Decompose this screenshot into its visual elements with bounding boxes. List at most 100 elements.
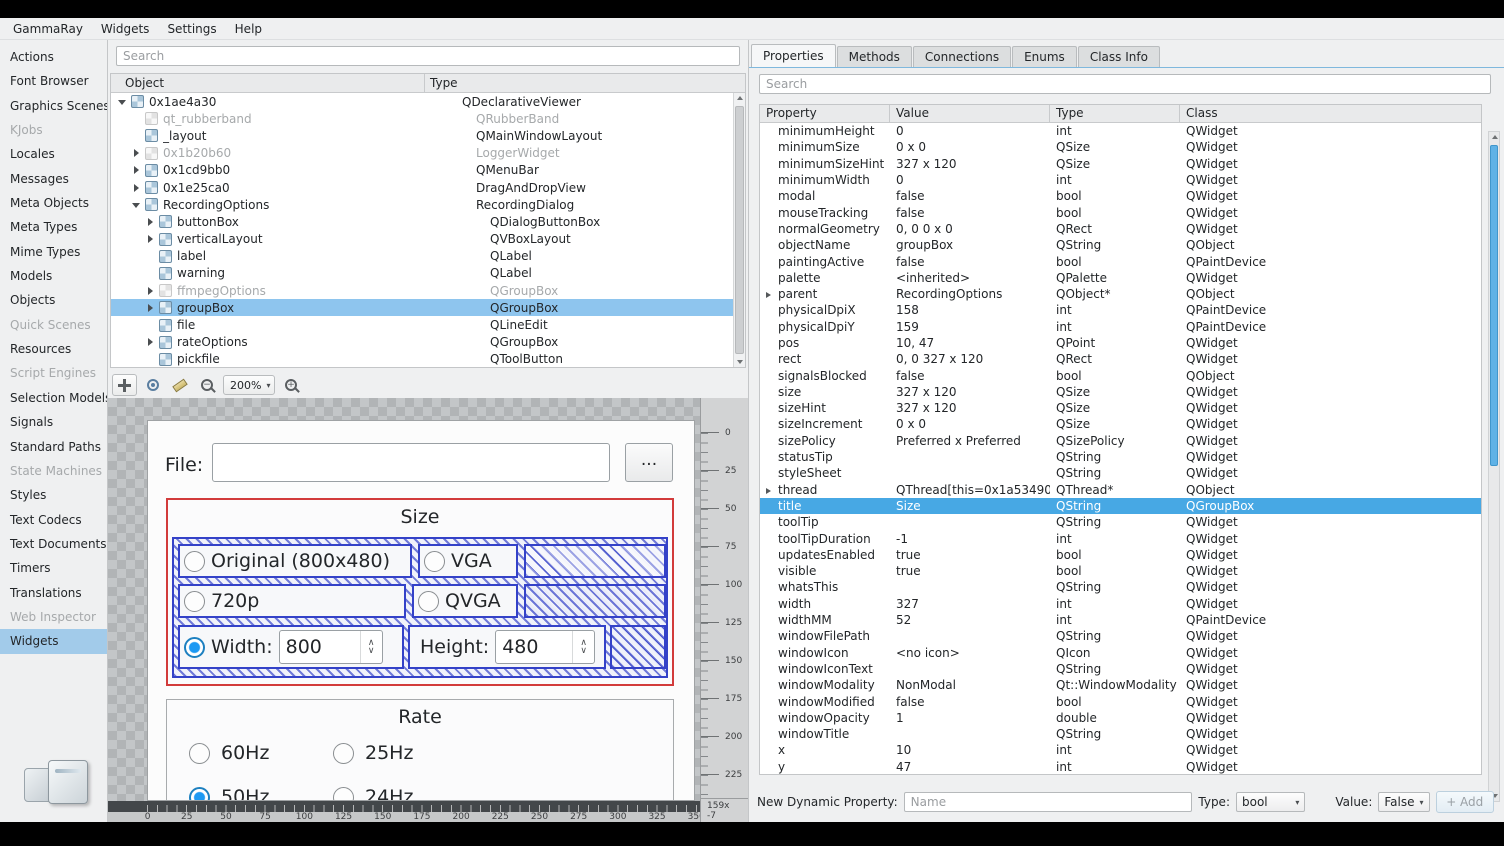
expander-icon[interactable] [145,336,157,348]
property-row[interactable]: sizeHint 327 x 120 QSize QWidget [760,400,1481,416]
sidebar-item[interactable]: Resources [0,337,107,361]
radio-24hz[interactable]: 24Hz [333,786,413,801]
property-value[interactable]: true [890,548,1050,562]
property-row[interactable]: x 10 int QWidget [760,742,1481,758]
property-row[interactable]: signalsBlocked false bool QObject [760,367,1481,383]
sidebar-item[interactable]: Script Engines [0,361,107,385]
sidebar-item[interactable]: Web Inspector [0,605,107,629]
size-groupbox[interactable]: Size Original (800x480) VGA [166,498,674,686]
measure-tool-button[interactable] [169,374,191,396]
property-value[interactable]: 0, 0 0 x 0 [890,222,1050,236]
sidebar-item[interactable]: Standard Paths [0,435,107,459]
custom-size-radio[interactable] [184,637,205,658]
tree-row[interactable]: 0x1e25ca0 DragAndDropView [111,179,745,196]
sidebar-item[interactable]: State Machines [0,459,107,483]
property-row[interactable]: toolTip QString QWidget [760,514,1481,530]
property-row[interactable]: rect 0, 0 327 x 120 QRect QWidget [760,351,1481,367]
tree-row[interactable]: file QLineEdit [111,316,745,333]
radio-vga[interactable]: VGA [418,544,518,578]
spin-buttons[interactable]: ∧∨ [572,631,594,663]
property-value[interactable]: 0 x 0 [890,140,1050,154]
property-row[interactable]: normalGeometry 0, 0 0 x 0 QRect QWidget [760,221,1481,237]
expander-icon[interactable] [145,285,157,297]
tree-row[interactable]: 0x1cd9bb0 QMenuBar [111,162,745,179]
property-value[interactable]: 327 x 120 [890,401,1050,415]
sidebar-item[interactable]: Selection Models [0,386,107,410]
property-value[interactable]: 159 [890,320,1050,334]
menu-item[interactable]: GammaRay [4,19,92,39]
width-spinbox[interactable]: 800 ∧∨ [279,630,383,664]
expander-icon[interactable] [117,96,129,108]
rate-groupbox[interactable]: Rate 60Hz 25Hz 50Hz [166,699,674,801]
property-row[interactable]: title Size QString QGroupBox [760,498,1481,514]
tree-row[interactable]: RecordingOptions RecordingDialog [111,196,745,213]
property-value[interactable]: -1 [890,532,1050,546]
tab[interactable]: Class Info [1078,46,1160,67]
tree-row[interactable]: verticalLayout QVBoxLayout [111,231,745,248]
property-value[interactable]: <inherited> [890,271,1050,285]
column-header-class[interactable]: Class [1180,105,1481,122]
property-value[interactable]: groupBox [890,238,1050,252]
zoom-out-button[interactable]: − [196,374,218,396]
property-row[interactable]: mouseTracking false bool QWidget [760,204,1481,220]
property-value[interactable]: 0, 0 327 x 120 [890,352,1050,366]
sidebar-item[interactable]: Mime Types [0,240,107,264]
property-row[interactable]: toolTipDuration -1 int QWidget [760,530,1481,546]
tree-row[interactable]: ffmpegOptions QGroupBox [111,282,745,299]
property-search-input[interactable] [759,74,1491,94]
expander-icon[interactable] [145,302,157,314]
sidebar-item[interactable]: Text Codecs [0,508,107,532]
property-row[interactable]: windowTitle QString QWidget [760,726,1481,742]
property-row[interactable]: pos 10, 47 QPoint QWidget [760,335,1481,351]
expander-icon[interactable] [145,216,157,228]
menu-item[interactable]: Help [226,19,271,39]
sidebar-item[interactable]: Text Documents [0,532,107,556]
radio-25hz[interactable]: 25Hz [333,742,413,764]
property-row[interactable]: physicalDpiX 158 int QPaintDevice [760,302,1481,318]
expander-icon[interactable] [145,267,157,279]
property-row[interactable]: visible true bool QWidget [760,563,1481,579]
tree-row[interactable]: rateOptions QGroupBox [111,334,745,351]
tree-row[interactable]: _layout QMainWindowLayout [111,127,745,144]
column-header-property[interactable]: Property [760,105,890,122]
scrollbar-thumb[interactable] [735,106,744,354]
radio-qvga[interactable]: QVGA [412,584,518,618]
sidebar-item[interactable]: Graphics Scenes [0,94,107,118]
sidebar-item[interactable]: Styles [0,483,107,507]
file-lineedit[interactable] [212,443,610,482]
property-value[interactable]: RecordingOptions [890,287,1050,301]
expander-icon[interactable] [131,199,143,211]
property-row[interactable]: sizePolicy Preferred x Preferred QSizePo… [760,433,1481,449]
expander-icon[interactable] [131,130,143,142]
sidebar-item[interactable]: Messages [0,167,107,191]
property-value[interactable]: false [890,189,1050,203]
sidebar-item[interactable]: Quick Scenes [0,313,107,337]
value-combobox[interactable]: False ▾ [1378,792,1429,812]
property-value[interactable]: 158 [890,303,1050,317]
property-value[interactable]: 0 x 0 [890,417,1050,431]
property-value[interactable]: 10 [890,743,1050,757]
property-value[interactable]: 0 [890,173,1050,187]
type-combobox[interactable]: bool ▾ [1236,792,1305,812]
sidebar-item[interactable]: Timers [0,556,107,580]
property-value[interactable]: <no icon> [890,646,1050,660]
tree-row[interactable]: buttonBox QDialogButtonBox [111,213,745,230]
property-row[interactable]: objectName groupBox QString QObject [760,237,1481,253]
property-value[interactable]: 327 [890,597,1050,611]
radio-50hz[interactable]: 50Hz [189,786,269,801]
property-value[interactable]: true [890,564,1050,578]
scroll-down-icon[interactable] [734,356,745,367]
property-row[interactable]: minimumHeight 0 int QWidget [760,123,1481,139]
expander-icon[interactable] [145,250,157,262]
tree-row[interactable]: groupBox QGroupBox [111,299,745,316]
sidebar-item[interactable]: Font Browser [0,69,107,93]
property-row[interactable]: styleSheet QString QWidget [760,465,1481,481]
column-header-value[interactable]: Value [890,105,1050,122]
property-row[interactable]: updatesEnabled true bool QWidget [760,547,1481,563]
property-row[interactable]: windowIconText QString QWidget [760,661,1481,677]
property-row[interactable]: windowModality NonModal Qt::WindowModali… [760,677,1481,693]
property-row[interactable]: width 327 int QWidget [760,596,1481,612]
sidebar-item[interactable]: Models [0,264,107,288]
column-header-type[interactable]: Type [425,74,745,92]
properties-scrollbar[interactable] [1488,131,1500,802]
